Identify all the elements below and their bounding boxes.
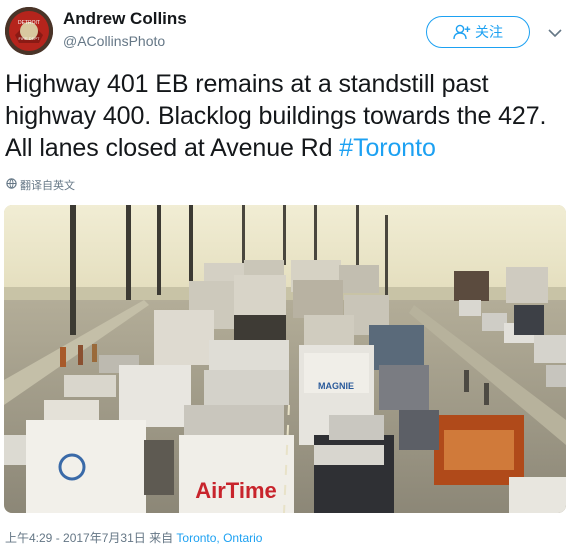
follow-button[interactable]: 关注 bbox=[426, 16, 530, 48]
chevron-down-icon[interactable] bbox=[547, 26, 563, 38]
avatar[interactable]: DETROIT FIRE DEPT bbox=[5, 7, 53, 55]
tweet-header: DETROIT FIRE DEPT Andrew Collins @AColli… bbox=[0, 0, 575, 64]
user-handle[interactable]: @ACollinsPhoto bbox=[63, 33, 165, 49]
tweet-body: Highway 401 EB remains at a standstill p… bbox=[5, 70, 547, 162]
tweet-footer: 上午4:29 - 2017年7月31日 来自 Toronto, Ontario bbox=[5, 529, 262, 546]
add-user-icon bbox=[453, 24, 471, 40]
tweet-card: DETROIT FIRE DEPT Andrew Collins @AColli… bbox=[0, 0, 575, 550]
hashtag-link[interactable]: #Toronto bbox=[339, 134, 436, 162]
follow-button-label: 关注 bbox=[475, 24, 503, 40]
truck-airtime-label: AirTime bbox=[195, 478, 277, 503]
place-link[interactable]: Toronto, Ontario bbox=[176, 531, 262, 545]
avatar-badge-text: DETROIT bbox=[18, 20, 40, 26]
display-name[interactable]: Andrew Collins bbox=[63, 9, 187, 29]
translate-link[interactable]: 翻译自英文 bbox=[6, 177, 75, 193]
tweet-photo[interactable]: AirTime MAGNIE bbox=[4, 205, 566, 513]
truck-magnie-label: MAGNIE bbox=[318, 381, 354, 391]
globe-icon bbox=[6, 178, 17, 192]
svg-text:FIRE DEPT: FIRE DEPT bbox=[19, 36, 40, 41]
timestamp[interactable]: 上午4:29 - 2017年7月31日 来自 bbox=[5, 531, 176, 545]
tweet-text: Highway 401 EB remains at a standstill p… bbox=[5, 68, 570, 164]
translate-label: 翻译自英文 bbox=[20, 180, 75, 192]
